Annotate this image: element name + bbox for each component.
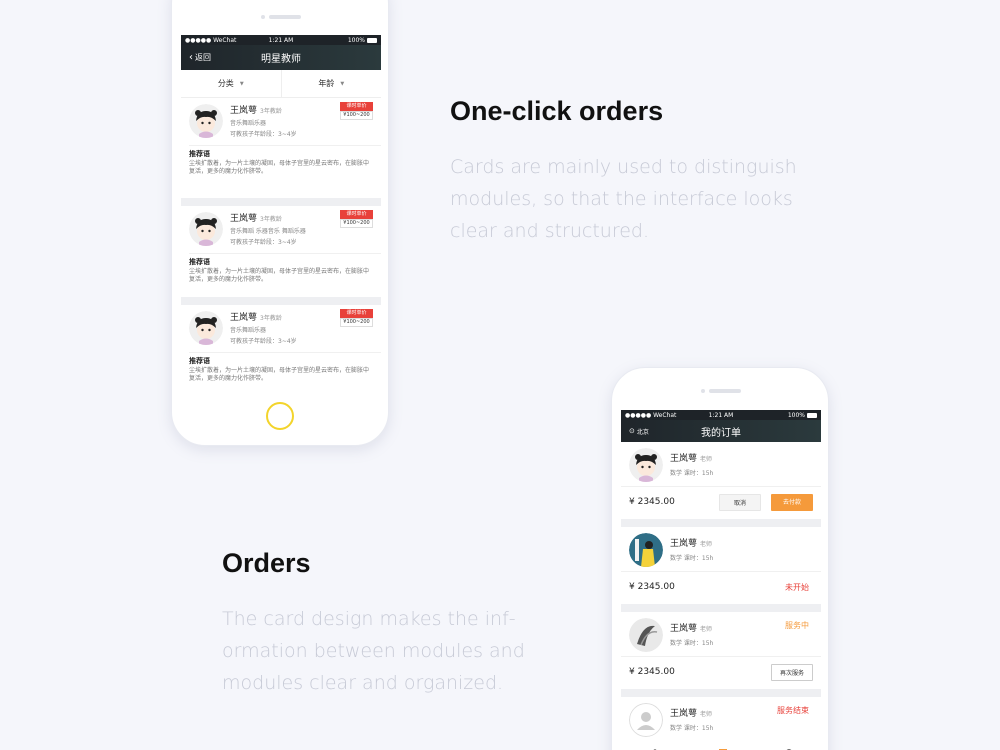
order-status: 服务中 (785, 621, 809, 630)
teacher-card[interactable]: 王岚萼 3年教龄 音乐舞蹈 乐器音乐 舞蹈乐器 可教孩子年龄段：3~4岁 课时单价… (181, 206, 381, 297)
recommendation-text: 尘埃扩散着，为一片土壤的凝固，母体子宫里的星云密布，在膨胀中复活，更多的魔力化作… (189, 160, 370, 175)
teacher-name: 王岚萼 老师 (670, 539, 713, 549)
location-pin-icon: ⊙ (629, 427, 635, 435)
avatar (629, 703, 663, 737)
recommendation-title: 推荐语 (189, 258, 210, 266)
section-description-orders: The card design makes the inf-ormation b… (222, 608, 525, 694)
teacher-subjects: 音乐舞蹈 乐器音乐 舞蹈乐器 (230, 228, 306, 235)
order-meta: 数学 课时：15h (670, 725, 714, 732)
teacher-card[interactable]: 王岚萼 3年教龄 音乐舞蹈乐器 可教孩子年龄段：3~4岁 课时单价 ¥100~20… (181, 98, 381, 198)
nav-bar: ⊙ 北京 我的订单 (621, 420, 821, 442)
clock: 1:21 AM (268, 36, 294, 44)
avatar (629, 448, 663, 482)
order-meta: 数学 课时：15h (670, 470, 714, 477)
card-gap (621, 689, 821, 697)
order-card[interactable]: 王岚萼 老师 数学 课时：15h ¥ 2345.00 取消 去付款 (621, 442, 821, 519)
teacher-name: 王岚萼 老师 (670, 454, 713, 464)
divider (189, 253, 381, 254)
teacher-name: 王岚萼 3年教龄 (230, 106, 282, 116)
phone-speaker (269, 15, 301, 19)
card-gap (181, 297, 381, 305)
teacher-name: 王岚萼 老师 (670, 709, 713, 719)
teacher-ages: 可教孩子年龄段：3~4岁 (230, 239, 297, 246)
avatar (629, 618, 663, 652)
price-range: ¥100~200 (340, 219, 373, 228)
home-button[interactable] (266, 402, 294, 430)
order-amount: ¥ 2345.00 (629, 667, 675, 677)
avatar (189, 212, 223, 246)
divider (189, 145, 381, 146)
status-bar: ●●●●● WeChat 1:21 AM 100% (181, 35, 381, 45)
recommendation-text: 尘埃扩散着，为一片土壤的凝固，母体子宫里的星云密布，在膨胀中复活，更多的魔力化作… (189, 268, 370, 283)
chevron-left-icon: ‹ (189, 52, 193, 63)
order-status: 服务结束 (777, 706, 809, 715)
order-meta: 数学 课时：15h (670, 555, 714, 562)
back-button[interactable]: ‹ 返回 (189, 52, 211, 63)
price-label-badge: 课时单价 (340, 309, 373, 318)
order-amount: ¥ 2345.00 (629, 497, 675, 507)
price-label-badge: 课时单价 (340, 102, 373, 111)
filter-age[interactable]: 年龄 ▼ (282, 70, 382, 97)
phone-camera (701, 389, 705, 393)
phone-mockup-orders: ●●●●● WeChat 1:21 AM 100% ⊙ 北京 我的订单 王岚萼 … (611, 367, 829, 750)
location-selector[interactable]: ⊙ 北京 (629, 427, 649, 436)
price-range: ¥100~200 (340, 111, 373, 120)
avatar (189, 104, 223, 138)
section-title-one-click: One-click orders (450, 96, 664, 126)
order-meta: 数学 课时：15h (670, 640, 714, 647)
nav-bar: ‹ 返回 明星教师 (181, 45, 381, 70)
battery: 100% (788, 412, 817, 419)
filter-bar: 分类 ▼ 年龄 ▼ (181, 70, 381, 98)
order-card[interactable]: 王岚萼 老师 数学 课时：15h 服务结束 (621, 697, 821, 742)
filter-category[interactable]: 分类 ▼ (181, 70, 282, 97)
order-card[interactable]: 王岚萼 老师 数学 课时：15h 服务中 ¥ 2345.00 再次服务 (621, 612, 821, 689)
order-amount: ¥ 2345.00 (629, 582, 675, 592)
card-gap (181, 198, 381, 206)
status-bar: ●●●●● WeChat 1:21 AM 100% (621, 410, 821, 420)
teacher-card[interactable]: 王岚萼 3年教龄 音乐舞蹈乐器 可教孩子年龄段：3~4岁 课时单价 ¥100~20… (181, 305, 381, 393)
phone-mockup-teachers: ●●●●● WeChat 1:21 AM 100% ‹ 返回 明星教师 分类 ▼ … (171, 0, 389, 446)
cancel-button[interactable]: 取消 (719, 494, 761, 511)
section-description-one-click: Cards are mainly used to distinguish mod… (450, 156, 797, 242)
recommendation-title: 推荐语 (189, 150, 210, 158)
clock: 1:21 AM (708, 411, 734, 419)
card-gap (621, 604, 821, 612)
caret-down-icon: ▼ (340, 80, 345, 87)
avatar (629, 533, 663, 567)
recommendation-text: 尘埃扩散着，为一片土壤的凝固，母体子宫里的星云密布，在膨胀中复活，更多的魔力化作… (189, 367, 370, 382)
phone-speaker (709, 389, 741, 393)
card-gap (621, 519, 821, 527)
divider (189, 352, 381, 353)
carrier: ●●●●● WeChat (185, 36, 237, 44)
page-title: 明星教师 (261, 54, 301, 65)
teacher-name: 王岚萼 3年教龄 (230, 214, 282, 224)
teacher-name: 王岚萼 3年教龄 (230, 313, 282, 323)
teacher-ages: 可教孩子年龄段：3~4岁 (230, 131, 297, 138)
phone-camera (261, 15, 265, 19)
battery: 100% (348, 37, 377, 44)
pay-button[interactable]: 去付款 (771, 494, 813, 511)
teacher-ages: 可教孩子年龄段：3~4岁 (230, 338, 297, 345)
page-title: 我的订单 (701, 427, 741, 439)
teacher-name: 王岚萼 老师 (670, 624, 713, 634)
orders-screen: ●●●●● WeChat 1:21 AM 100% ⊙ 北京 我的订单 王岚萼 … (621, 410, 821, 750)
order-card[interactable]: 王岚萼 老师 数学 课时：15h ¥ 2345.00 未开始 (621, 527, 821, 604)
teacher-subjects: 音乐舞蹈乐器 (230, 327, 267, 334)
price-range: ¥100~200 (340, 318, 373, 327)
teachers-screen: ●●●●● WeChat 1:21 AM 100% ‹ 返回 明星教师 分类 ▼ … (181, 35, 381, 393)
recommendation-title: 推荐语 (189, 357, 210, 365)
carrier: ●●●●● WeChat (625, 411, 677, 419)
price-label-badge: 课时单价 (340, 210, 373, 219)
section-title-orders: Orders (222, 548, 311, 578)
order-status: 未开始 (785, 583, 809, 592)
tab-bar (621, 745, 821, 750)
caret-down-icon: ▼ (239, 80, 244, 87)
serve-again-button[interactable]: 再次服务 (771, 664, 813, 681)
avatar (189, 311, 223, 345)
teacher-subjects: 音乐舞蹈乐器 (230, 120, 267, 127)
